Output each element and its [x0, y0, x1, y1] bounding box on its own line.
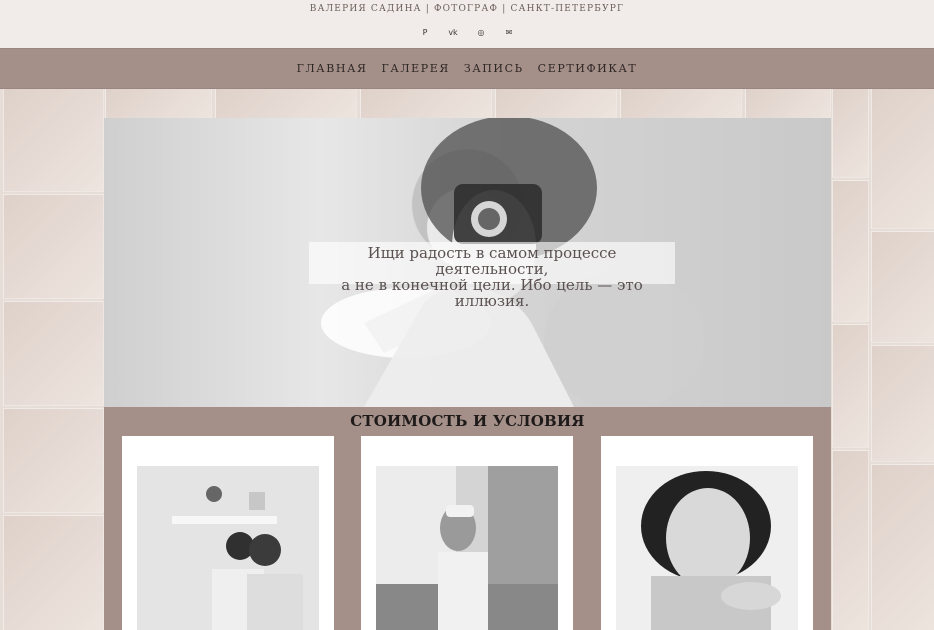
hero-section: Ищи радость в самом процессе деятельност… [104, 118, 831, 407]
pricing-title: СТОИМОСТЬ И УСЛОВИЯ [350, 412, 585, 430]
site-title: ВАЛЕРИЯ САДИНА | ФОТОГРАФ | САНКТ-ПЕТЕРБ… [309, 4, 625, 14]
portrait-photo [616, 466, 798, 630]
pricing-cards [122, 436, 814, 630]
pricing-card[interactable] [361, 436, 573, 630]
main-navigation: ГЛАВНАЯ ГАЛЕРЕЯ ЗАПИСЬ СЕРТИФИКАТ [0, 48, 934, 89]
mail-icon[interactable]: ✉ [501, 24, 517, 40]
pricing-card[interactable] [122, 436, 334, 630]
social-links: P vk ◎ ✉ [0, 24, 934, 40]
pricing-section: СТОИМОСТЬ И УСЛОВИЯ [104, 407, 831, 630]
hero-quote: Ищи радость в самом процессе деятельност… [309, 242, 675, 309]
hero-quote-line-2: а не в конечной цели. Ибо цель — это илл… [341, 276, 643, 310]
photographer-page: ВАЛЕРИЯ САДИНА | ФОТОГРАФ | САНКТ-ПЕТЕРБ… [0, 0, 934, 630]
instagram-icon[interactable]: ◎ [473, 24, 489, 40]
pricing-card[interactable] [601, 436, 813, 630]
pinterest-icon[interactable]: P [417, 24, 433, 40]
hero-quote-line-1: Ищи радость в самом процессе деятельност… [367, 244, 617, 278]
nav-certificate[interactable]: СЕРТИФИКАТ [538, 62, 638, 75]
vk-icon[interactable]: vk [445, 24, 461, 40]
street-photo [376, 466, 558, 630]
nav-gallery[interactable]: ГАЛЕРЕЯ [382, 62, 450, 75]
site-header: ВАЛЕРИЯ САДИНА | ФОТОГРАФ | САНКТ-ПЕТЕРБ… [0, 0, 934, 49]
nav-home[interactable]: ГЛАВНАЯ [297, 62, 368, 75]
couple-photo [137, 466, 319, 630]
nav-booking[interactable]: ЗАПИСЬ [464, 62, 524, 75]
